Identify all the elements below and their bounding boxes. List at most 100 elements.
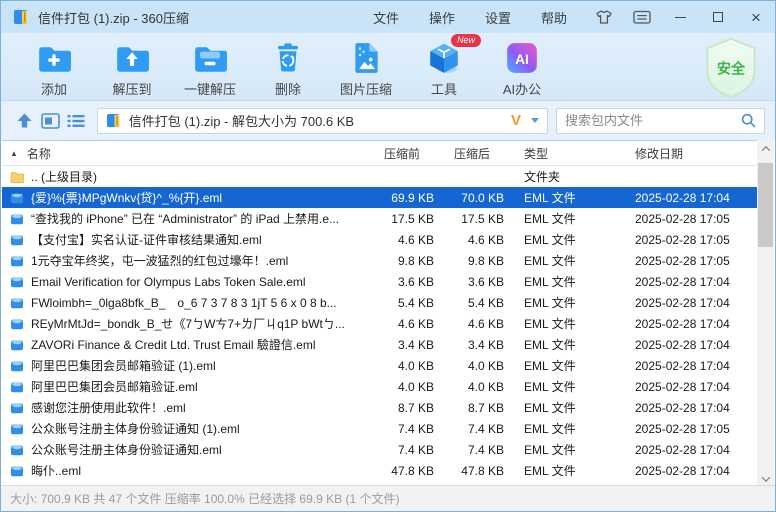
folder-extract-icon	[114, 40, 150, 76]
up-level-button[interactable]	[13, 110, 36, 132]
new-badge: New	[451, 34, 481, 47]
file-type: 文件夹	[512, 168, 629, 185]
table-row[interactable]: FWloimbh=_0lga8bfk_B_ o_6 7 3 7 8 3 1jT …	[2, 292, 757, 313]
table-row[interactable]: 阿里巴巴集团会员邮箱验证.eml 4.0 KB 4.0 KB EML 文件 20…	[2, 376, 757, 397]
preview-pane-icon	[41, 113, 60, 129]
toolbar-button-delete[interactable]: 删除	[249, 38, 327, 98]
table-row[interactable]: 公众账号注册主体身份验证通知.eml 7.4 KB 7.4 KB EML 文件 …	[2, 439, 757, 460]
toolbar-label-delete: 删除	[275, 79, 301, 98]
file-type: EML 文件	[512, 336, 629, 353]
size-after: 8.7 KB	[442, 401, 512, 415]
file-date: 2025-02-28 17:04	[629, 338, 757, 352]
maximize-button[interactable]	[707, 6, 729, 28]
header-name[interactable]: ▲ 名称	[2, 145, 380, 162]
list-view-button[interactable]	[65, 110, 88, 132]
table-row[interactable]: 1元夺宝年终奖，屯一波猛烈的红包过壕年！.eml 9.8 KB 9.8 KB E…	[2, 250, 757, 271]
table-row[interactable]: 【支付宝】实名认证-证件审核结果通知.eml 4.6 KB 4.6 KB EML…	[2, 229, 757, 250]
file-date: 2025-02-28 17:04	[629, 359, 757, 373]
scrollbar-thumb[interactable]	[758, 163, 773, 247]
table-row[interactable]: .. (上级目录) 文件夹	[2, 166, 757, 187]
file-name: 【支付宝】实名认证-证件审核结果通知.eml	[31, 231, 262, 248]
eml-file-icon	[10, 444, 24, 456]
file-type: EML 文件	[512, 210, 629, 227]
search-input[interactable]	[565, 113, 741, 128]
statusbar: 大小: 700.9 KB 共 47 个文件 压缩率 100.0% 已经选择 69…	[1, 485, 775, 511]
size-after: 7.4 KB	[442, 443, 512, 457]
size-before: 5.4 KB	[380, 296, 442, 310]
toolbar-label-extract-to: 解压到	[112, 79, 151, 98]
toolbar-button-extract-to[interactable]: 解压到	[93, 38, 171, 98]
file-list: .. (上级目录) 文件夹 {爱}%{票}MPgWnkv{贷}^_%{开}.em…	[2, 166, 757, 481]
ai-office-icon: AI	[504, 40, 540, 76]
minimize-icon	[675, 17, 686, 18]
toolbar-button-tools[interactable]: New 工具	[405, 38, 483, 98]
table-row[interactable]: 晦仆..eml 47.8 KB 47.8 KB EML 文件 2025-02-2…	[2, 460, 757, 481]
file-type: EML 文件	[512, 315, 629, 332]
path-dropdown-icon[interactable]	[531, 118, 539, 123]
version-mark: V	[511, 112, 521, 129]
file-type: EML 文件	[512, 189, 629, 206]
sort-ascending-icon: ▲	[10, 149, 18, 158]
vertical-scrollbar[interactable]	[757, 140, 774, 487]
archive-path-box[interactable]: 信件打包 (1).zip - 解包大小为 700.6 KB V	[97, 108, 548, 134]
file-name: FWloimbh=_0lga8bfk_B_ o_6 7 3 7 8 3 1jT …	[31, 294, 337, 311]
file-date: 2025-02-28 17:05	[629, 233, 757, 247]
file-name: 感谢您注册使用此软件！.eml	[31, 399, 186, 416]
table-row[interactable]: 阿里巴巴集团会员邮箱验证 (1).eml 4.0 KB 4.0 KB EML 文…	[2, 355, 757, 376]
folder-icon	[10, 171, 24, 183]
up-arrow-icon	[16, 112, 33, 129]
menu-action[interactable]: 操作	[429, 8, 455, 27]
table-row[interactable]: Email Verification for Olympus Labs Toke…	[2, 271, 757, 292]
file-name: 阿里巴巴集团会员邮箱验证.eml	[31, 378, 198, 395]
minimize-button[interactable]	[669, 6, 691, 28]
search-icon[interactable]	[741, 113, 756, 128]
search-box[interactable]	[556, 108, 765, 134]
size-after: 70.0 KB	[442, 191, 512, 205]
file-type: EML 文件	[512, 378, 629, 395]
menu-settings[interactable]: 设置	[485, 8, 511, 27]
menu-help[interactable]: 帮助	[541, 8, 567, 27]
toolbar-label-oneclick-extract: 一键解压	[184, 79, 236, 98]
skin-button[interactable]	[593, 6, 615, 28]
size-after: 47.8 KB	[442, 464, 512, 478]
header-type[interactable]: 类型	[512, 145, 629, 162]
header-size-after[interactable]: 压缩后	[442, 145, 512, 162]
toolbar-label-add: 添加	[41, 79, 67, 98]
table-row[interactable]: ZAVORi Finance & Credit Ltd. Trust Email…	[2, 334, 757, 355]
table-row[interactable]: 公众账号注册主体身份验证通知 (1).eml 7.4 KB 7.4 KB EML…	[2, 418, 757, 439]
image-compress-icon	[348, 40, 384, 76]
maximize-icon	[713, 12, 723, 22]
file-type: EML 文件	[512, 357, 629, 374]
eml-file-icon	[10, 423, 24, 435]
feedback-button[interactable]	[631, 6, 653, 28]
file-type: EML 文件	[512, 294, 629, 311]
status-text: 大小: 700.9 KB 共 47 个文件 压缩率 100.0% 已经选择 69…	[10, 490, 399, 507]
menubar: 文件 操作 设置 帮助	[373, 8, 567, 27]
zip-file-icon	[13, 9, 31, 25]
toolbar-button-image-compress[interactable]: 图片压缩	[327, 38, 405, 98]
file-name: Email Verification for Olympus Labs Toke…	[31, 275, 306, 289]
toolbar-button-oneclick-extract[interactable]: 一键解压	[171, 38, 249, 98]
size-before: 47.8 KB	[380, 464, 442, 478]
menu-file[interactable]: 文件	[373, 8, 399, 27]
security-shield-badge[interactable]: 安全	[699, 36, 763, 100]
file-date: 2025-02-28 17:04	[629, 296, 757, 310]
header-date[interactable]: 修改日期	[629, 145, 757, 162]
table-header: ▲ 名称 压缩前 压缩后 类型 修改日期	[2, 140, 757, 166]
file-date: 2025-02-28 17:04	[629, 464, 757, 478]
preview-pane-button[interactable]	[39, 110, 62, 132]
toolbar-button-ai-office[interactable]: AI AI办公	[483, 38, 561, 98]
close-button[interactable]: ×	[745, 6, 767, 28]
size-after: 4.0 KB	[442, 359, 512, 373]
eml-file-icon	[10, 276, 24, 288]
file-type: EML 文件	[512, 462, 629, 479]
toolbar-button-add[interactable]: 添加	[15, 38, 93, 98]
header-size-before[interactable]: 压缩前	[380, 145, 442, 162]
file-table: ▲ 名称 压缩前 压缩后 类型 修改日期 .. (上级目录) 文件夹 {爱}%{…	[2, 140, 757, 481]
table-row[interactable]: “查找我的 iPhone” 已在 “Administrator” 的 iPad …	[2, 208, 757, 229]
table-row[interactable]: REyMrMtJd=_bondk_B_せ《7ㄅWㄘ7+ㄌ厂ㄐq1P bWtㄅ..…	[2, 313, 757, 334]
shirt-icon	[595, 9, 613, 25]
table-row[interactable]: 感谢您注册使用此软件！.eml 8.7 KB 8.7 KB EML 文件 202…	[2, 397, 757, 418]
table-row[interactable]: {爱}%{票}MPgWnkv{贷}^_%{开}.eml 69.9 KB 70.0…	[2, 187, 757, 208]
scroll-up-button[interactable]	[757, 140, 774, 157]
